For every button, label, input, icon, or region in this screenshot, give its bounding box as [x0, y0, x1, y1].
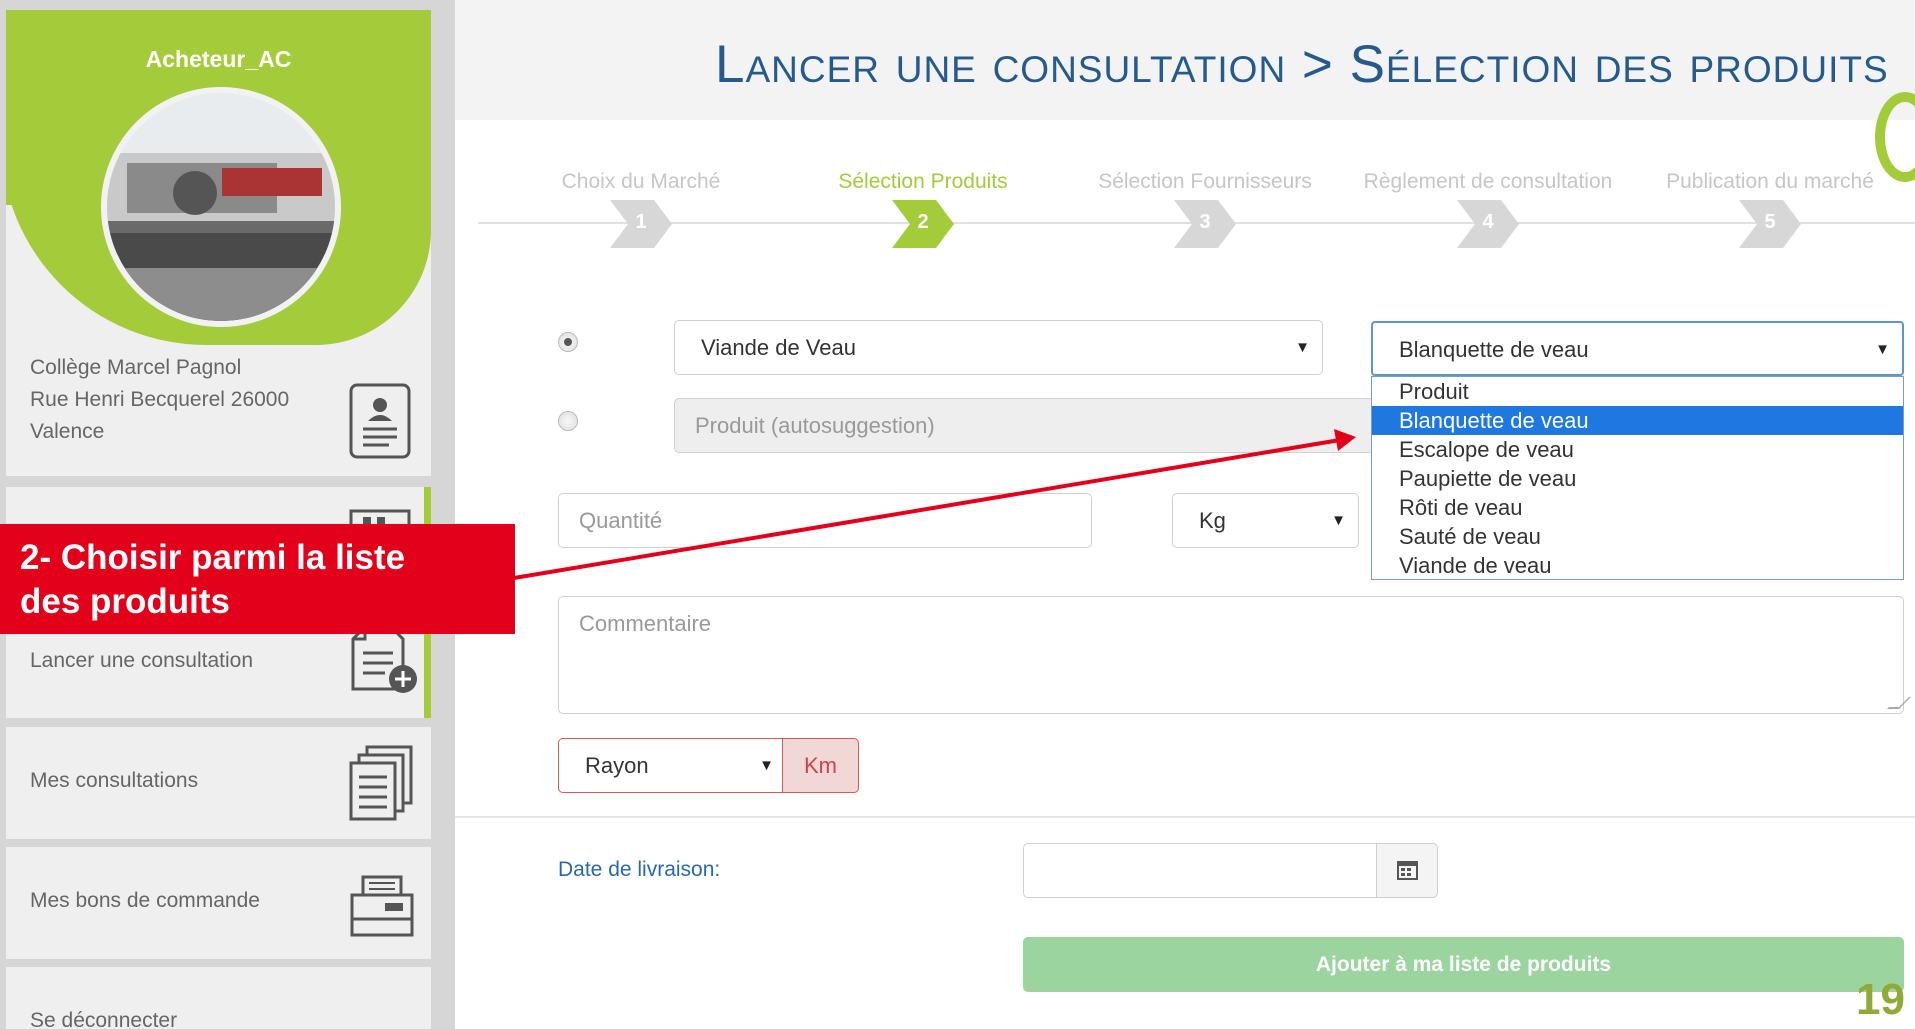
- date-label: Date de livraison:: [558, 858, 721, 881]
- rayon-select[interactable]: Rayon ▼: [558, 738, 783, 793]
- chevron-down-icon: ▼: [759, 757, 774, 774]
- address-line-3: Valence: [30, 420, 105, 443]
- printer-icon: [349, 875, 415, 942]
- address-line-2: Rue Henri Becquerel 26000: [30, 388, 290, 411]
- avatar: [101, 87, 341, 327]
- dropdown-option-selected[interactable]: Blanquette de veau: [1372, 406, 1903, 435]
- instruction-callout: 2- Choisir parmi la liste des produits: [0, 524, 515, 634]
- step-badge: 4: [1457, 200, 1519, 248]
- dropdown-option[interactable]: Escalope de veau: [1372, 435, 1903, 464]
- unit-select[interactable]: Kg ▼: [1172, 493, 1359, 548]
- km-addon: Km: [782, 738, 859, 793]
- add-document-icon: [349, 623, 419, 700]
- step-label[interactable]: Règlement de consultation: [1364, 170, 1613, 194]
- documents-stack-icon: [349, 745, 415, 826]
- step-label-active[interactable]: Sélection Produits: [838, 170, 1007, 194]
- sidebar-item-label: Se déconnecter: [30, 1009, 178, 1029]
- sidebar-item-label: Mes consultations: [30, 769, 199, 792]
- dropdown-option[interactable]: Rôti de veau: [1372, 493, 1903, 522]
- dropdown-option[interactable]: Viande de veau: [1372, 551, 1903, 580]
- resize-handle[interactable]: [1887, 697, 1911, 709]
- comment-textarea[interactable]: Commentaire: [558, 596, 1911, 714]
- product-search-input[interactable]: Produit (autosuggestion): [674, 398, 1374, 453]
- sidebar-item-label: Mes bons de commande: [30, 889, 260, 912]
- page-number: 19: [1856, 975, 1905, 1024]
- quantity-input[interactable]: Quantité: [558, 493, 1092, 548]
- sidebar-item-label: Lancer une consultation: [30, 649, 253, 672]
- step-label[interactable]: Choix du Marché: [562, 170, 721, 194]
- dropdown-option[interactable]: Produit: [1372, 377, 1903, 406]
- dropdown-option[interactable]: Sauté de veau: [1372, 522, 1903, 551]
- step-label[interactable]: Sélection Fournisseurs: [1098, 170, 1312, 194]
- add-to-list-button[interactable]: Ajouter à ma liste de produits: [1023, 937, 1904, 992]
- product-dropdown-list[interactable]: Produit Blanquette de veau Escalope de v…: [1371, 376, 1904, 580]
- radio-search[interactable]: [558, 411, 578, 431]
- step-badge: 1: [610, 200, 672, 248]
- id-card-icon: [349, 383, 411, 464]
- calendar-button[interactable]: [1376, 843, 1438, 898]
- sidebar-item-deconnecter[interactable]: Se déconnecter: [6, 967, 431, 1029]
- step-badge: 3: [1174, 200, 1236, 248]
- address-line-1: Collège Marcel Pagnol: [30, 356, 242, 379]
- dropdown-option[interactable]: Paupiette de veau: [1372, 464, 1903, 493]
- page-title: Lancer une consultation > Sélection des …: [715, 35, 1889, 94]
- chevron-down-icon: ▼: [1331, 512, 1346, 529]
- sidebar-item-mes-consultations[interactable]: Mes consultations: [6, 727, 431, 839]
- step-label[interactable]: Publication du marché: [1666, 170, 1874, 194]
- step-badge: 5: [1739, 200, 1801, 248]
- sidebar: Acheteur_AC Collège Marcel Pagnol Rue He…: [0, 0, 455, 1029]
- step-badge-active: 2: [892, 200, 954, 248]
- chevron-down-icon: ▼: [1295, 339, 1310, 356]
- calendar-icon: [1397, 861, 1418, 880]
- sidebar-item-bons-de-commande[interactable]: Mes bons de commande: [6, 847, 431, 959]
- date-input[interactable]: [1023, 843, 1377, 898]
- chevron-down-icon: ▼: [1875, 341, 1890, 358]
- profile-card: Acheteur_AC Collège Marcel Pagnol Rue He…: [6, 10, 431, 476]
- radio-category[interactable]: [558, 332, 578, 352]
- user-name: Acheteur_AC: [145, 46, 292, 72]
- category-select[interactable]: Viande de Veau ▼: [674, 320, 1323, 375]
- product-select[interactable]: Blanquette de veau ▼: [1371, 321, 1904, 376]
